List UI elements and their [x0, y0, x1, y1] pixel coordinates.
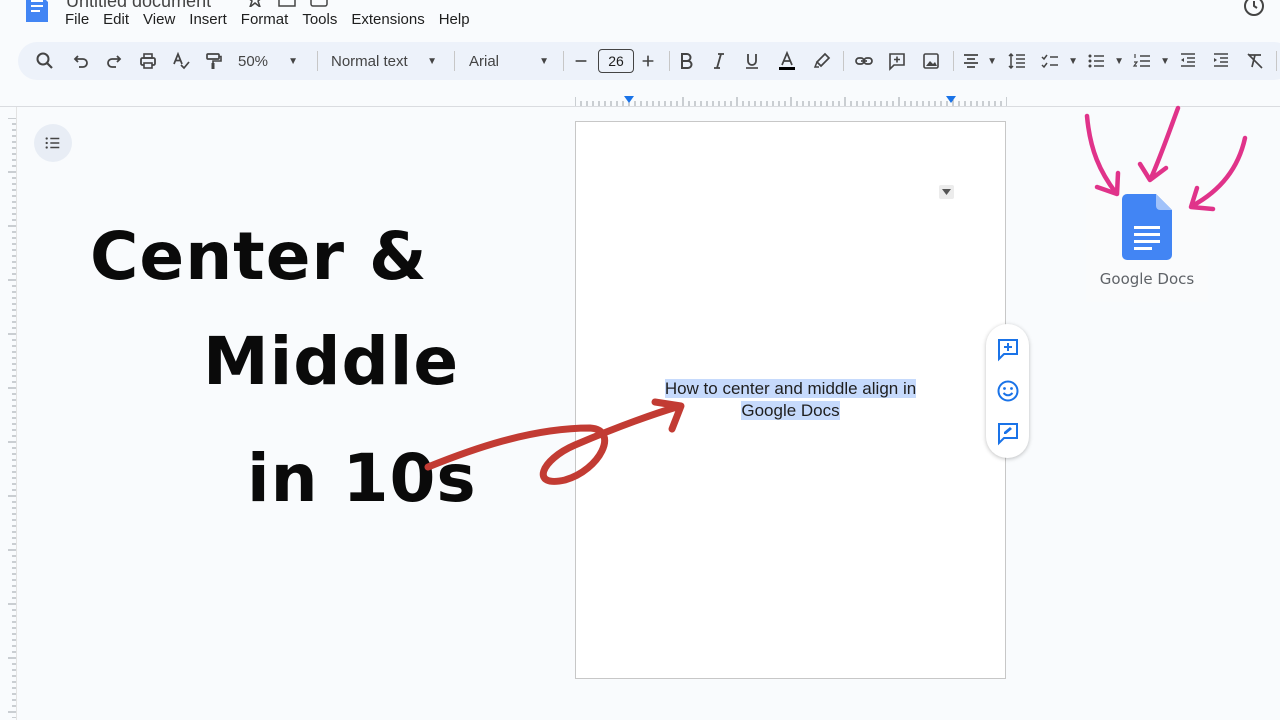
- print-icon[interactable]: [137, 50, 159, 72]
- toolbar-divider: [454, 51, 455, 71]
- underline-icon[interactable]: [741, 50, 763, 72]
- selected-text-line-1[interactable]: How to center and middle align in: [664, 379, 917, 398]
- left-border: [16, 107, 17, 720]
- zoom-select[interactable]: 50% ▼: [238, 50, 298, 72]
- chevron-down-icon: ▼: [1114, 55, 1124, 67]
- chevron-down-icon: ▼: [1068, 55, 1078, 67]
- google-docs-logo: Google Docs: [1086, 180, 1208, 302]
- toolbar-divider: [1276, 51, 1277, 71]
- google-docs-caption: Google Docs: [1099, 270, 1195, 288]
- increase-indent-icon[interactable]: [1210, 50, 1232, 72]
- selected-text[interactable]: How to center and middle align in Google…: [575, 378, 1006, 422]
- checklist-icon: [1041, 54, 1058, 69]
- bold-icon[interactable]: [675, 50, 697, 72]
- zoom-value: 50%: [238, 52, 269, 70]
- search-icon[interactable]: [34, 50, 56, 72]
- document-outline-button[interactable]: [34, 124, 72, 162]
- suggest-edits-icon[interactable]: [995, 420, 1021, 446]
- top-bar: Untitled document File Edit View Insert …: [0, 0, 1280, 36]
- chevron-down-icon: ▼: [539, 55, 549, 67]
- toolbar-divider: [563, 51, 564, 71]
- bullet-list-menu[interactable]: ▼: [1086, 50, 1124, 72]
- font-size-input[interactable]: 26: [598, 49, 634, 73]
- vertical-ruler[interactable]: [8, 118, 16, 718]
- style-select[interactable]: Normal text ▼: [331, 50, 437, 72]
- paint-format-icon[interactable]: [202, 50, 224, 72]
- headline-line-3: in 10s: [247, 440, 477, 517]
- chevron-down-icon: ▼: [427, 55, 437, 67]
- menu-edit[interactable]: Edit: [96, 9, 136, 30]
- horizontal-ruler[interactable]: [575, 96, 1007, 106]
- headline-line-2: Middle: [203, 323, 460, 400]
- clear-formatting-icon[interactable]: [1244, 50, 1266, 72]
- outline-icon: [45, 137, 60, 149]
- star-icon[interactable]: [246, 0, 264, 10]
- chevron-down-icon: [942, 189, 951, 195]
- align-menu[interactable]: ▼: [961, 50, 997, 72]
- add-comment-icon[interactable]: [995, 336, 1021, 362]
- chevron-down-icon: ▼: [987, 55, 997, 67]
- highlight-icon[interactable]: [811, 50, 833, 72]
- add-comment-icon[interactable]: [886, 50, 908, 72]
- numbered-list-menu[interactable]: ▼: [1132, 50, 1170, 72]
- menu-bar: File Edit View Insert Format Tools Exten…: [58, 9, 477, 30]
- increase-font-size-button[interactable]: [639, 50, 657, 72]
- docs-logo-icon[interactable]: [22, 0, 50, 22]
- spellcheck-icon[interactable]: [170, 50, 192, 72]
- docs-logo-icon: [1122, 194, 1172, 260]
- chevron-down-icon: ▼: [288, 55, 298, 67]
- history-icon[interactable]: [1242, 0, 1266, 18]
- menu-view[interactable]: View: [136, 9, 182, 30]
- decrease-indent-icon[interactable]: [1177, 50, 1199, 72]
- undo-icon[interactable]: [70, 50, 92, 72]
- redo-icon[interactable]: [103, 50, 125, 72]
- side-actions-panel: [986, 324, 1029, 458]
- toolbar-divider: [669, 51, 670, 71]
- left-indent-marker[interactable]: [624, 96, 634, 103]
- toolbar-divider: [953, 51, 954, 71]
- image-icon[interactable]: [920, 50, 942, 72]
- menu-extensions[interactable]: Extensions: [344, 9, 431, 30]
- menu-format[interactable]: Format: [234, 9, 296, 30]
- headline-line-1: Center &: [90, 218, 428, 295]
- text-color-icon[interactable]: [775, 50, 799, 72]
- toolbar-divider: [843, 51, 844, 71]
- font-value: Arial: [469, 52, 500, 70]
- align-icon: [964, 54, 978, 68]
- style-value: Normal text: [331, 52, 408, 70]
- page-options-dropdown[interactable]: [939, 185, 954, 199]
- numbered-list-icon: [1132, 54, 1150, 67]
- menu-tools[interactable]: Tools: [295, 9, 344, 30]
- ruler-border: [0, 106, 1280, 107]
- checklist-menu[interactable]: ▼: [1040, 50, 1078, 72]
- decrease-font-size-button[interactable]: [572, 50, 590, 72]
- folder-icon[interactable]: [278, 0, 296, 7]
- menu-help[interactable]: Help: [432, 9, 477, 30]
- cloud-icon[interactable]: [310, 0, 328, 7]
- toolbar-divider: [317, 51, 318, 71]
- chevron-down-icon: ▼: [1160, 55, 1170, 67]
- selected-text-line-2[interactable]: Google Docs: [741, 401, 840, 420]
- emoji-icon[interactable]: [995, 378, 1021, 404]
- italic-icon[interactable]: [708, 50, 730, 72]
- bullet-list-icon: [1088, 54, 1104, 68]
- formatting-toolbar: 50% ▼ Normal text ▼ Arial ▼ 26 ▼ ▼ ▼ ▼: [18, 42, 1280, 80]
- menu-file[interactable]: File: [58, 9, 96, 30]
- font-select[interactable]: Arial ▼: [469, 50, 549, 72]
- menu-insert[interactable]: Insert: [182, 9, 234, 30]
- line-spacing-icon[interactable]: [1006, 50, 1028, 72]
- link-icon[interactable]: [853, 50, 875, 72]
